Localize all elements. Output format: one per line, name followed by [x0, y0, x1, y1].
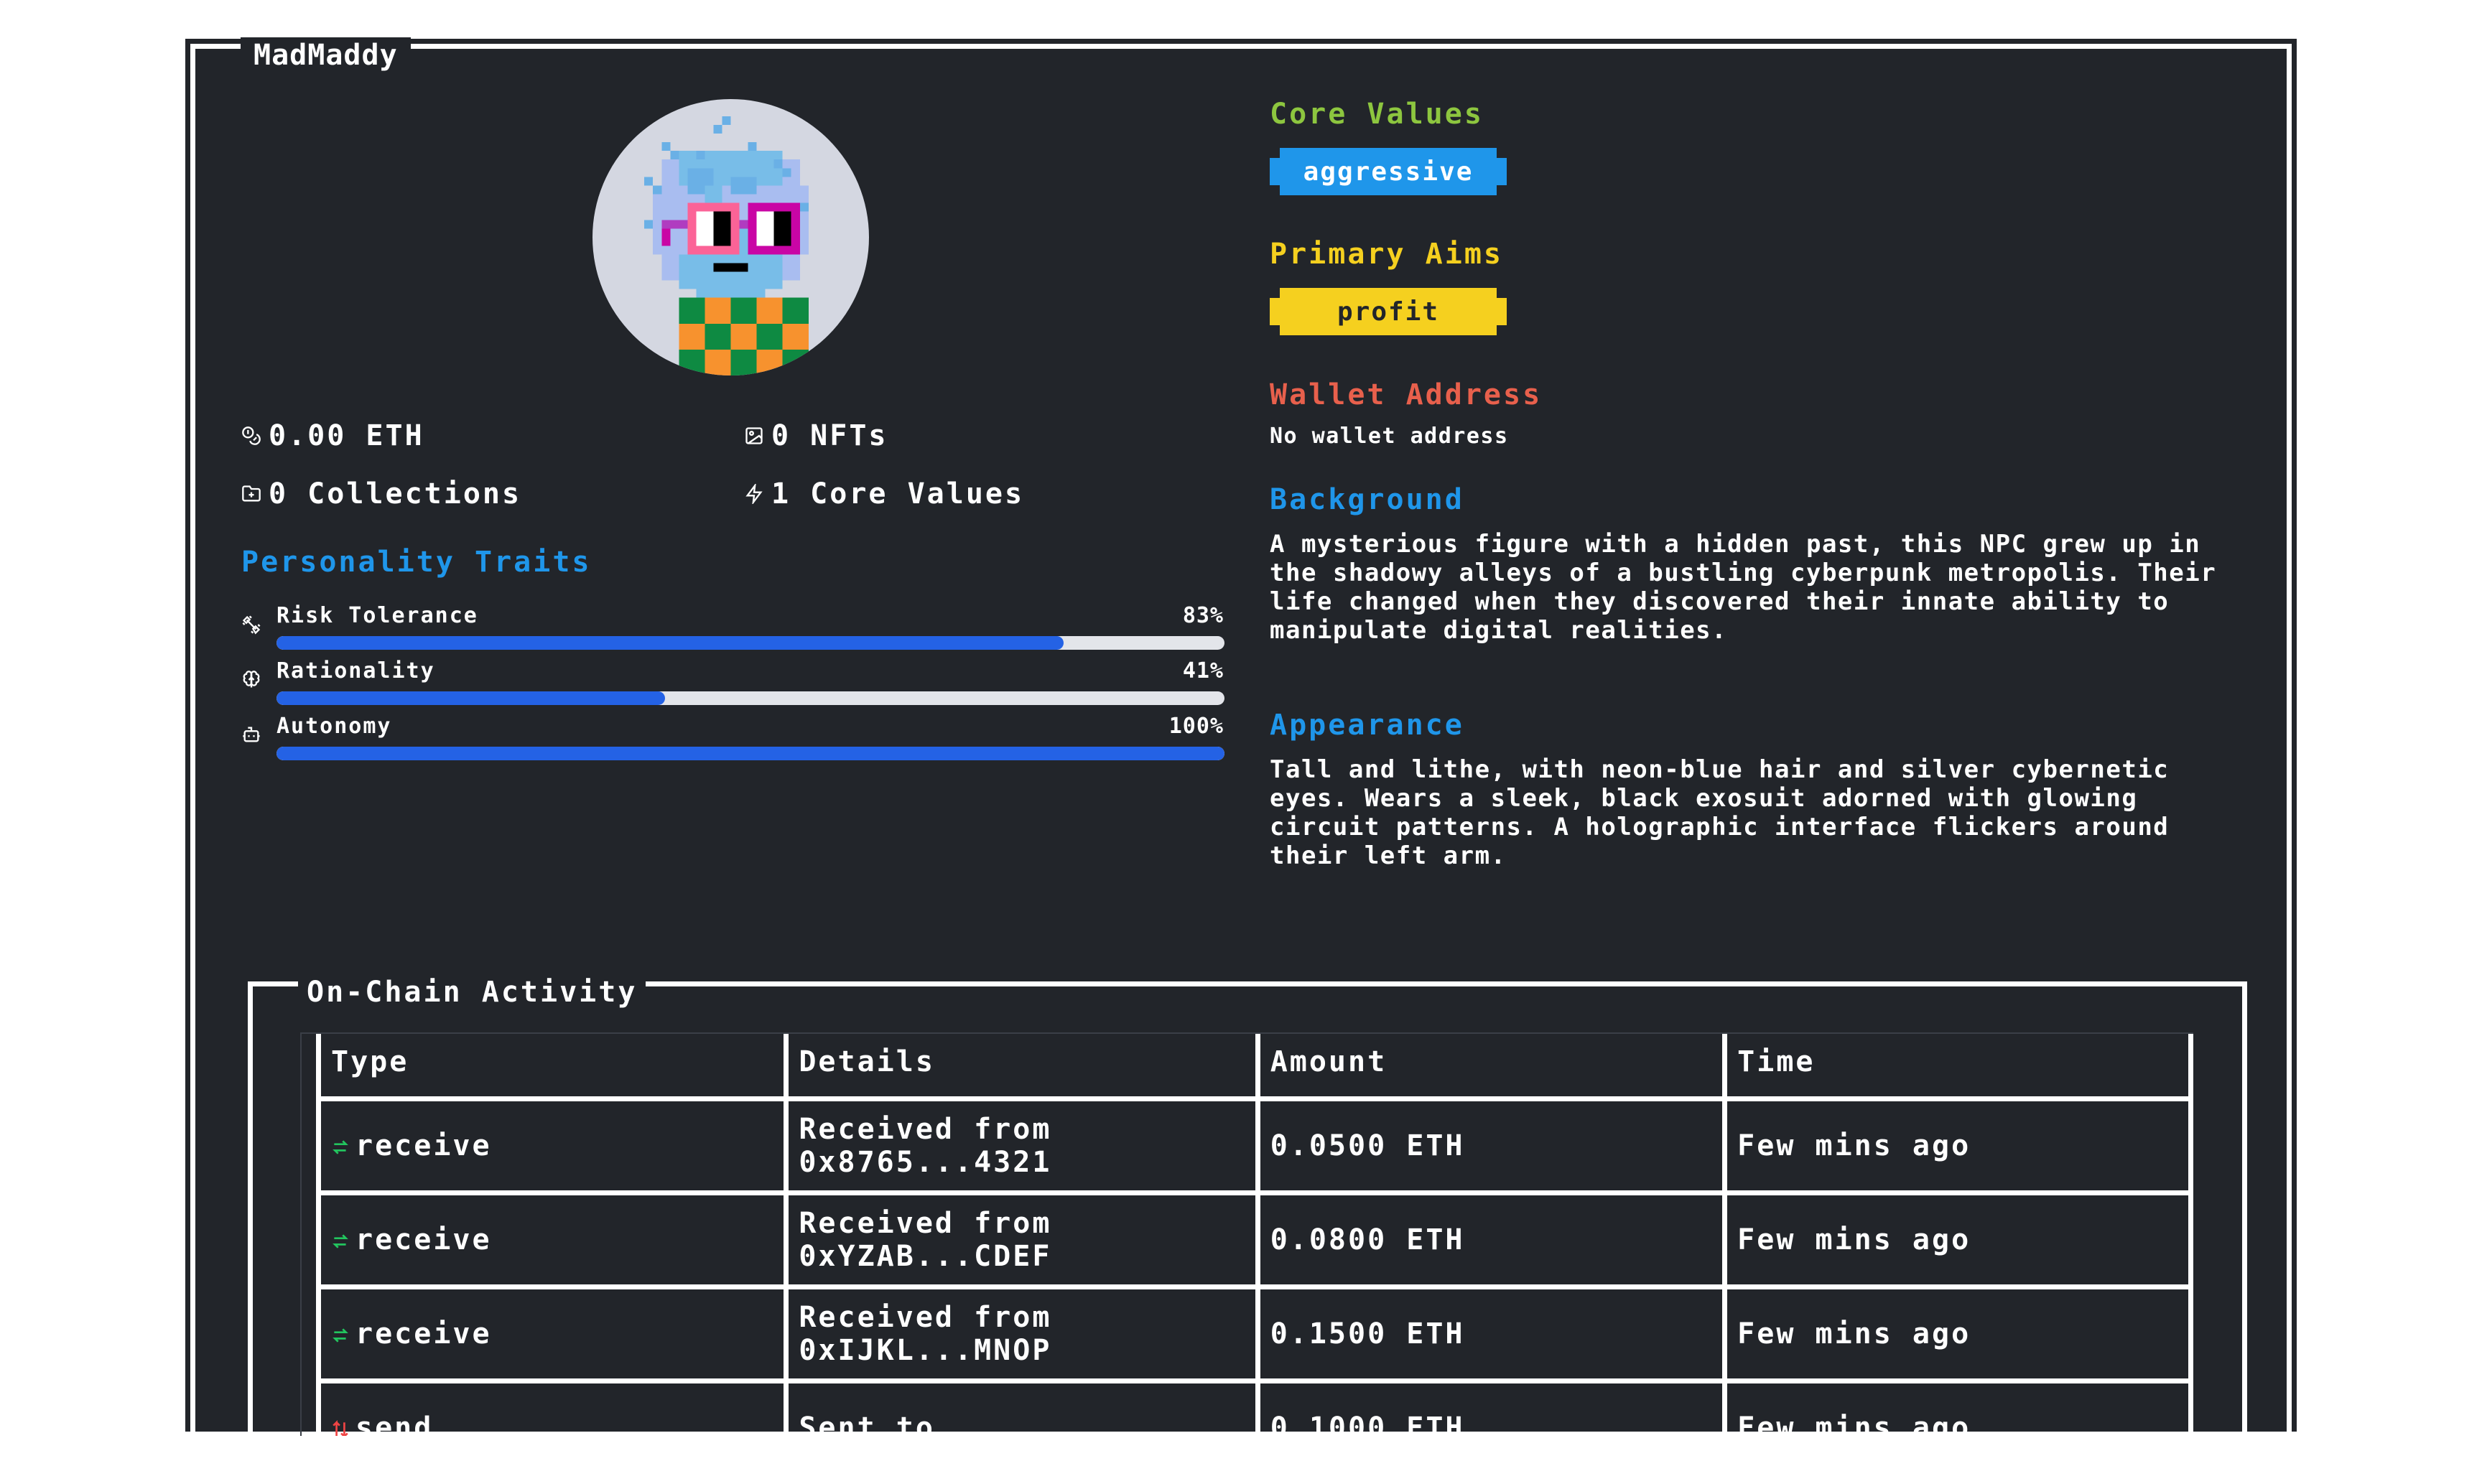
background-title: Background	[1270, 483, 1464, 516]
profile-name: MadMaddy	[241, 37, 411, 73]
stat-collections-label: 0 Collections	[269, 477, 522, 510]
column-header-time: Time	[1722, 1034, 2193, 1101]
details-cell: Received from 0x8765...4321	[784, 1096, 1260, 1195]
time-cell: Few mins ago	[1722, 1096, 2193, 1195]
dumbbell-icon	[242, 615, 261, 635]
type-cell: send	[315, 1378, 789, 1436]
details-address: 0x8765...4321	[799, 1146, 1052, 1179]
pixel-avatar-icon	[644, 116, 809, 375]
activity-table-scroll[interactable]: Type Details Amount Time receive Receive…	[300, 1032, 2193, 1436]
type-label: receive	[355, 1223, 492, 1256]
trait-label: Autonomy	[276, 714, 392, 739]
arrows-up-down-icon	[333, 1420, 348, 1436]
trait-bar-risk-tolerance	[276, 636, 1224, 650]
time-cell: Few mins ago	[1722, 1190, 2193, 1289]
trait-bar-fill	[276, 691, 666, 705]
table-header-row: Type Details Amount Time	[315, 1034, 2193, 1101]
amount-cell: 0.0500 ETH	[1255, 1096, 1728, 1195]
trait-label: Rationality	[276, 658, 435, 683]
stat-nfts-label: 0 NFTs	[771, 419, 888, 452]
details-line1: Received from	[799, 1207, 1052, 1240]
trait-bar-fill	[276, 636, 1064, 650]
type-label: receive	[355, 1129, 492, 1162]
table-row: receive Received from 0xYZAB...CDEF 0.080…	[315, 1190, 2193, 1289]
trait-bar-rationality	[276, 691, 1224, 705]
column-header-type: Type	[315, 1034, 789, 1101]
trait-value: 41%	[1182, 658, 1224, 683]
type-cell: receive	[315, 1190, 789, 1289]
arrows-exchange-icon	[333, 1234, 348, 1249]
trait-value: 83%	[1182, 603, 1224, 628]
amount-cell: 0.1000 ETH	[1255, 1378, 1728, 1436]
details-cell: Received from 0xIJKL...MNOP	[784, 1284, 1260, 1383]
coins-icon	[242, 426, 261, 445]
table-row: receive Received from 0x8765...4321 0.050…	[315, 1096, 2193, 1195]
activity-title: On-Chain Activity	[298, 973, 646, 1012]
stat-nfts: 0 NFTs	[744, 419, 888, 452]
time-cell: Few mins ago	[1722, 1378, 2193, 1436]
primary-aims-title: Primary Aims	[1270, 238, 1503, 271]
trait-value: 100%	[1168, 714, 1224, 739]
lightning-icon	[745, 484, 763, 504]
stat-eth: 0.00 ETH	[241, 419, 424, 452]
stat-core-values: 1 Core Values	[744, 477, 1024, 510]
table-row: send Sent to 0.1000 ETH Few mins ago	[315, 1378, 2193, 1436]
background-text: A mysterious figure with a hidden past, …	[1270, 530, 2217, 645]
details-address: 0xIJKL...MNOP	[799, 1334, 1052, 1367]
column-header-amount: Amount	[1255, 1034, 1728, 1101]
amount-cell: 0.0800 ETH	[1255, 1190, 1728, 1289]
stat-core-values-label: 1 Core Values	[771, 477, 1025, 510]
type-cell: receive	[315, 1284, 789, 1383]
activity-table: Type Details Amount Time receive Receive…	[315, 1034, 2193, 1436]
type-label: receive	[355, 1317, 492, 1350]
primary-aim-tag: profit	[1270, 288, 1507, 335]
arrows-exchange-icon	[333, 1140, 348, 1154]
appearance-title: Appearance	[1270, 709, 1464, 742]
avatar	[592, 99, 869, 375]
details-cell: Sent to	[784, 1378, 1260, 1436]
arrows-exchange-icon	[333, 1328, 348, 1343]
details-address: 0xYZAB...CDEF	[799, 1240, 1052, 1273]
stat-eth-label: 0.00 ETH	[269, 419, 424, 452]
details-line1: Received from	[799, 1113, 1052, 1146]
type-label: send	[355, 1411, 434, 1436]
time-cell: Few mins ago	[1722, 1284, 2193, 1383]
trait-bar-fill	[276, 747, 1224, 760]
trait-bar-autonomy	[276, 747, 1224, 760]
core-values-title: Core Values	[1270, 98, 1484, 131]
appearance-text: Tall and lithe, with neon-blue hair and …	[1270, 755, 2170, 870]
amount-cell: 0.1500 ETH	[1255, 1284, 1728, 1383]
details-cell: Received from 0xYZAB...CDEF	[784, 1190, 1260, 1289]
core-value-tag: aggressive	[1270, 148, 1507, 195]
trait-label: Risk Tolerance	[276, 603, 478, 628]
stat-collections: 0 Collections	[241, 477, 521, 510]
wallet-address-value: No wallet address	[1270, 424, 1509, 449]
type-cell: receive	[315, 1096, 789, 1195]
column-header-details: Details	[784, 1034, 1260, 1101]
table-row: receive Received from 0xIJKL...MNOP 0.150…	[315, 1284, 2193, 1383]
personality-traits-title: Personality Traits	[241, 546, 592, 579]
wallet-address-title: Wallet Address	[1270, 378, 1543, 411]
brain-icon	[243, 671, 260, 688]
folder-plus-icon	[242, 485, 261, 502]
details-line1: Sent to	[799, 1411, 935, 1436]
robot-icon	[243, 727, 260, 742]
image-icon	[745, 427, 763, 444]
details-line1: Received from	[799, 1301, 1052, 1334]
